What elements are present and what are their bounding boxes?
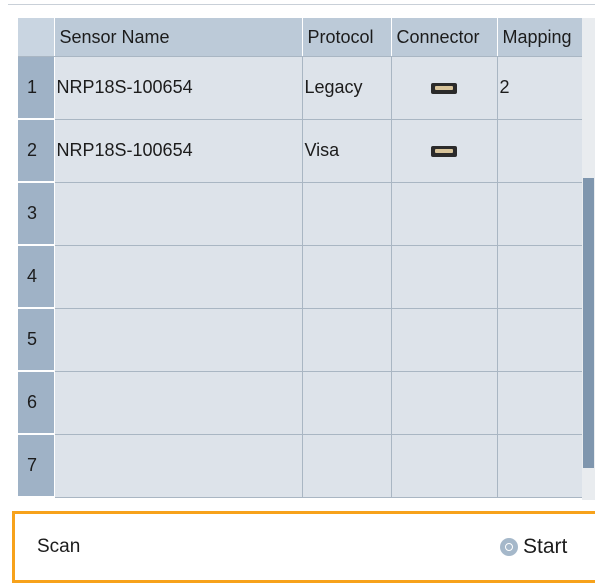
row-number-cell: 7: [18, 434, 55, 498]
scan-label: Scan: [37, 536, 81, 557]
usb-connector-icon: [431, 145, 457, 157]
sensor-name-cell[interactable]: [54, 182, 303, 246]
table-row[interactable]: 3: [18, 182, 584, 246]
sensor-name-cell[interactable]: [54, 371, 303, 435]
sensor-name-cell[interactable]: NRP18S-100654: [54, 119, 303, 183]
panel-top-edge: [8, 4, 595, 13]
column-header-connector[interactable]: Connector: [391, 18, 498, 57]
connector-cell[interactable]: [391, 119, 498, 183]
protocol-cell[interactable]: Visa: [302, 119, 392, 183]
sensor-table: Sensor Name Protocol Connector Mapping 1…: [18, 18, 584, 498]
table-header-row: Sensor Name Protocol Connector Mapping: [18, 18, 584, 57]
row-number-cell: 5: [18, 308, 55, 372]
protocol-cell[interactable]: [302, 308, 392, 372]
connector-cell[interactable]: [391, 56, 498, 120]
table-row[interactable]: 6: [18, 371, 584, 435]
protocol-cell[interactable]: [302, 245, 392, 309]
connector-cell[interactable]: [391, 182, 498, 246]
mapping-cell[interactable]: [497, 371, 584, 435]
mapping-cell[interactable]: [497, 434, 584, 498]
connector-cell[interactable]: [391, 434, 498, 498]
table-row[interactable]: 1 NRP18S-100654 Legacy 2: [18, 56, 584, 120]
column-header-sensor-name[interactable]: Sensor Name: [54, 18, 303, 57]
usb-connector-icon: [431, 83, 457, 94]
sensor-name-cell[interactable]: NRP18S-100654: [54, 56, 303, 120]
table-row[interactable]: 4: [18, 245, 584, 309]
connector-cell[interactable]: [391, 308, 498, 372]
start-button-label: Start: [523, 535, 568, 558]
table-row[interactable]: 7: [18, 434, 584, 498]
scan-row[interactable]: Scan Start: [12, 511, 595, 583]
protocol-cell[interactable]: [302, 434, 392, 498]
radio-dot-icon: [500, 538, 518, 556]
protocol-cell[interactable]: [302, 371, 392, 435]
row-number-cell: 1: [18, 56, 55, 120]
mapping-cell[interactable]: [497, 182, 584, 246]
mapping-cell[interactable]: [497, 119, 584, 183]
connector-cell[interactable]: [391, 371, 498, 435]
sensor-mapping-panel: Sensor Name Protocol Connector Mapping 1…: [0, 0, 595, 583]
sensor-table-viewport: Sensor Name Protocol Connector Mapping 1…: [18, 18, 595, 500]
table-row[interactable]: 5: [18, 308, 584, 372]
row-number-cell: 4: [18, 245, 55, 309]
table-scrollbar-thumb[interactable]: [583, 178, 594, 468]
start-scan-button[interactable]: Start: [500, 529, 595, 565]
column-header-mapping[interactable]: Mapping: [497, 18, 584, 57]
mapping-cell[interactable]: [497, 308, 584, 372]
row-number-cell: 2: [18, 119, 55, 183]
row-number-cell: 3: [18, 182, 55, 246]
mapping-cell[interactable]: [497, 245, 584, 309]
sensor-name-cell[interactable]: [54, 245, 303, 309]
row-number-cell: 6: [18, 371, 55, 435]
connector-cell[interactable]: [391, 245, 498, 309]
table-row[interactable]: 2 NRP18S-100654 Visa: [18, 119, 584, 183]
table-corner-cell: [18, 18, 55, 57]
protocol-cell[interactable]: [302, 182, 392, 246]
sensor-name-cell[interactable]: [54, 308, 303, 372]
mapping-cell[interactable]: 2: [497, 56, 584, 120]
sensor-name-cell[interactable]: [54, 434, 303, 498]
protocol-cell[interactable]: Legacy: [302, 56, 392, 120]
column-header-protocol[interactable]: Protocol: [302, 18, 392, 57]
